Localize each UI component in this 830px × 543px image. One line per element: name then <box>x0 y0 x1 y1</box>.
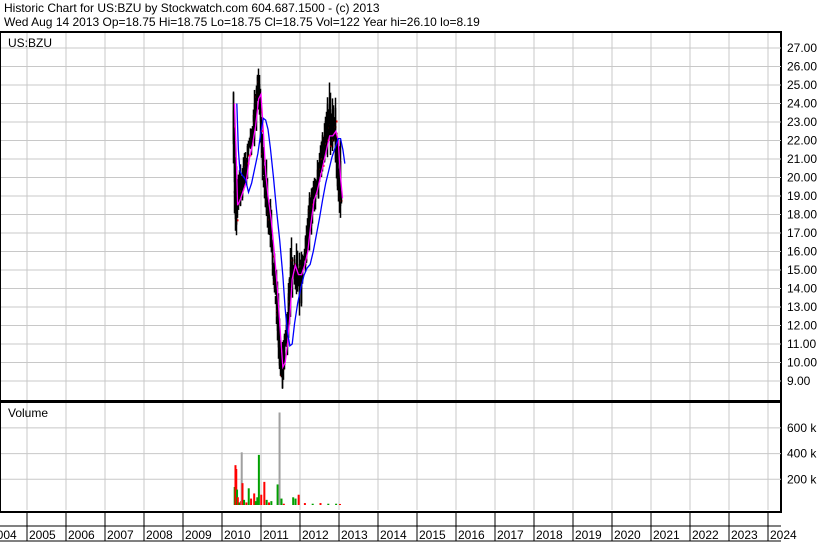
price-tick-label: 16.00 <box>787 245 817 259</box>
year-label: 2007 <box>107 528 134 542</box>
year-label: 2024 <box>770 528 797 542</box>
volume-bar <box>263 481 266 505</box>
volume-bar <box>268 502 271 505</box>
chart-canvas: 27.00 26.00 25.00 24.00 23.00 22.00 21.00 20.00… <box>0 31 817 542</box>
price-tick-label: 26.00 <box>787 60 817 74</box>
year-label: 2011 <box>263 528 289 542</box>
volume-bar <box>282 503 285 505</box>
year-label: 2019 <box>575 528 602 542</box>
volume-bar <box>327 503 330 505</box>
price-panel-label: US:BZU <box>8 36 52 50</box>
volume-bar <box>297 494 300 505</box>
price-tick-label: 25.00 <box>787 78 817 92</box>
volume-bar <box>292 497 295 505</box>
year-label: 2015 <box>419 528 446 542</box>
year-label: 2016 <box>458 528 485 542</box>
price-tick-label: 21.00 <box>787 152 817 166</box>
year-label: 2021 <box>653 528 680 542</box>
price-panel <box>0 31 782 402</box>
year-label: 2009 <box>185 528 212 542</box>
year-label: 2018 <box>536 528 563 542</box>
year-label: 2010 <box>224 528 251 542</box>
price-tick-label: 19.00 <box>787 189 817 203</box>
volume-tick-label: 600 k <box>787 421 817 435</box>
volume-bar <box>265 499 268 505</box>
price-tick-label: 11.00 <box>787 337 816 351</box>
price-tick-label: 13.00 <box>787 300 817 314</box>
stock-chart: Historic Chart for US:BZU by Stockwatch.… <box>0 0 830 543</box>
year-label: 2004 <box>0 528 17 542</box>
price-tick-label: 10.00 <box>787 356 817 370</box>
year-label: 2012 <box>302 528 329 542</box>
year-label: 2022 <box>692 528 719 542</box>
year-label: 2005 <box>29 528 56 542</box>
volume-bar <box>303 503 306 505</box>
volume-bar <box>339 503 341 505</box>
year-label: 2023 <box>731 528 758 542</box>
price-tick-label: 18.00 <box>787 208 817 222</box>
volume-bar <box>319 503 322 505</box>
volume-bar <box>280 498 283 505</box>
volume-panel-label: Volume <box>8 406 48 420</box>
volume-tick-label: 200 k <box>787 472 817 486</box>
year-label: 2013 <box>341 528 368 542</box>
price-tick-label: 24.00 <box>787 97 817 111</box>
price-tick-label: 17.00 <box>787 226 817 240</box>
volume-bar <box>278 412 281 505</box>
year-label: 2017 <box>497 528 524 542</box>
volume-bar <box>260 494 263 505</box>
price-tick-label: 12.00 <box>787 319 817 333</box>
volume-bar <box>245 502 248 505</box>
volume-bar <box>270 501 273 505</box>
volume-bar <box>311 503 314 505</box>
year-label: 2008 <box>146 528 173 542</box>
volume-panel <box>0 401 782 513</box>
volume-bar <box>276 484 279 505</box>
price-tick-label: 14.00 <box>787 282 817 296</box>
volume-bar <box>335 503 338 505</box>
year-label: 2006 <box>68 528 95 542</box>
price-tick-label: 22.00 <box>787 134 817 148</box>
price-tick-label: 9.00 <box>787 374 811 388</box>
volume-bar <box>250 498 253 505</box>
price-tick-label: 20.00 <box>787 171 817 185</box>
volume-bar <box>294 498 297 505</box>
price-tick-label: 27.00 <box>787 41 817 55</box>
volume-bar <box>247 488 250 505</box>
price-tick-label: 15.00 <box>787 263 817 277</box>
price-tick-label: 23.00 <box>787 115 817 129</box>
volume-bar <box>257 454 260 505</box>
volume-tick-label: 400 k <box>787 447 817 461</box>
volume-bar <box>243 499 246 505</box>
year-label: 2020 <box>614 528 641 542</box>
year-label: 2014 <box>380 528 407 542</box>
